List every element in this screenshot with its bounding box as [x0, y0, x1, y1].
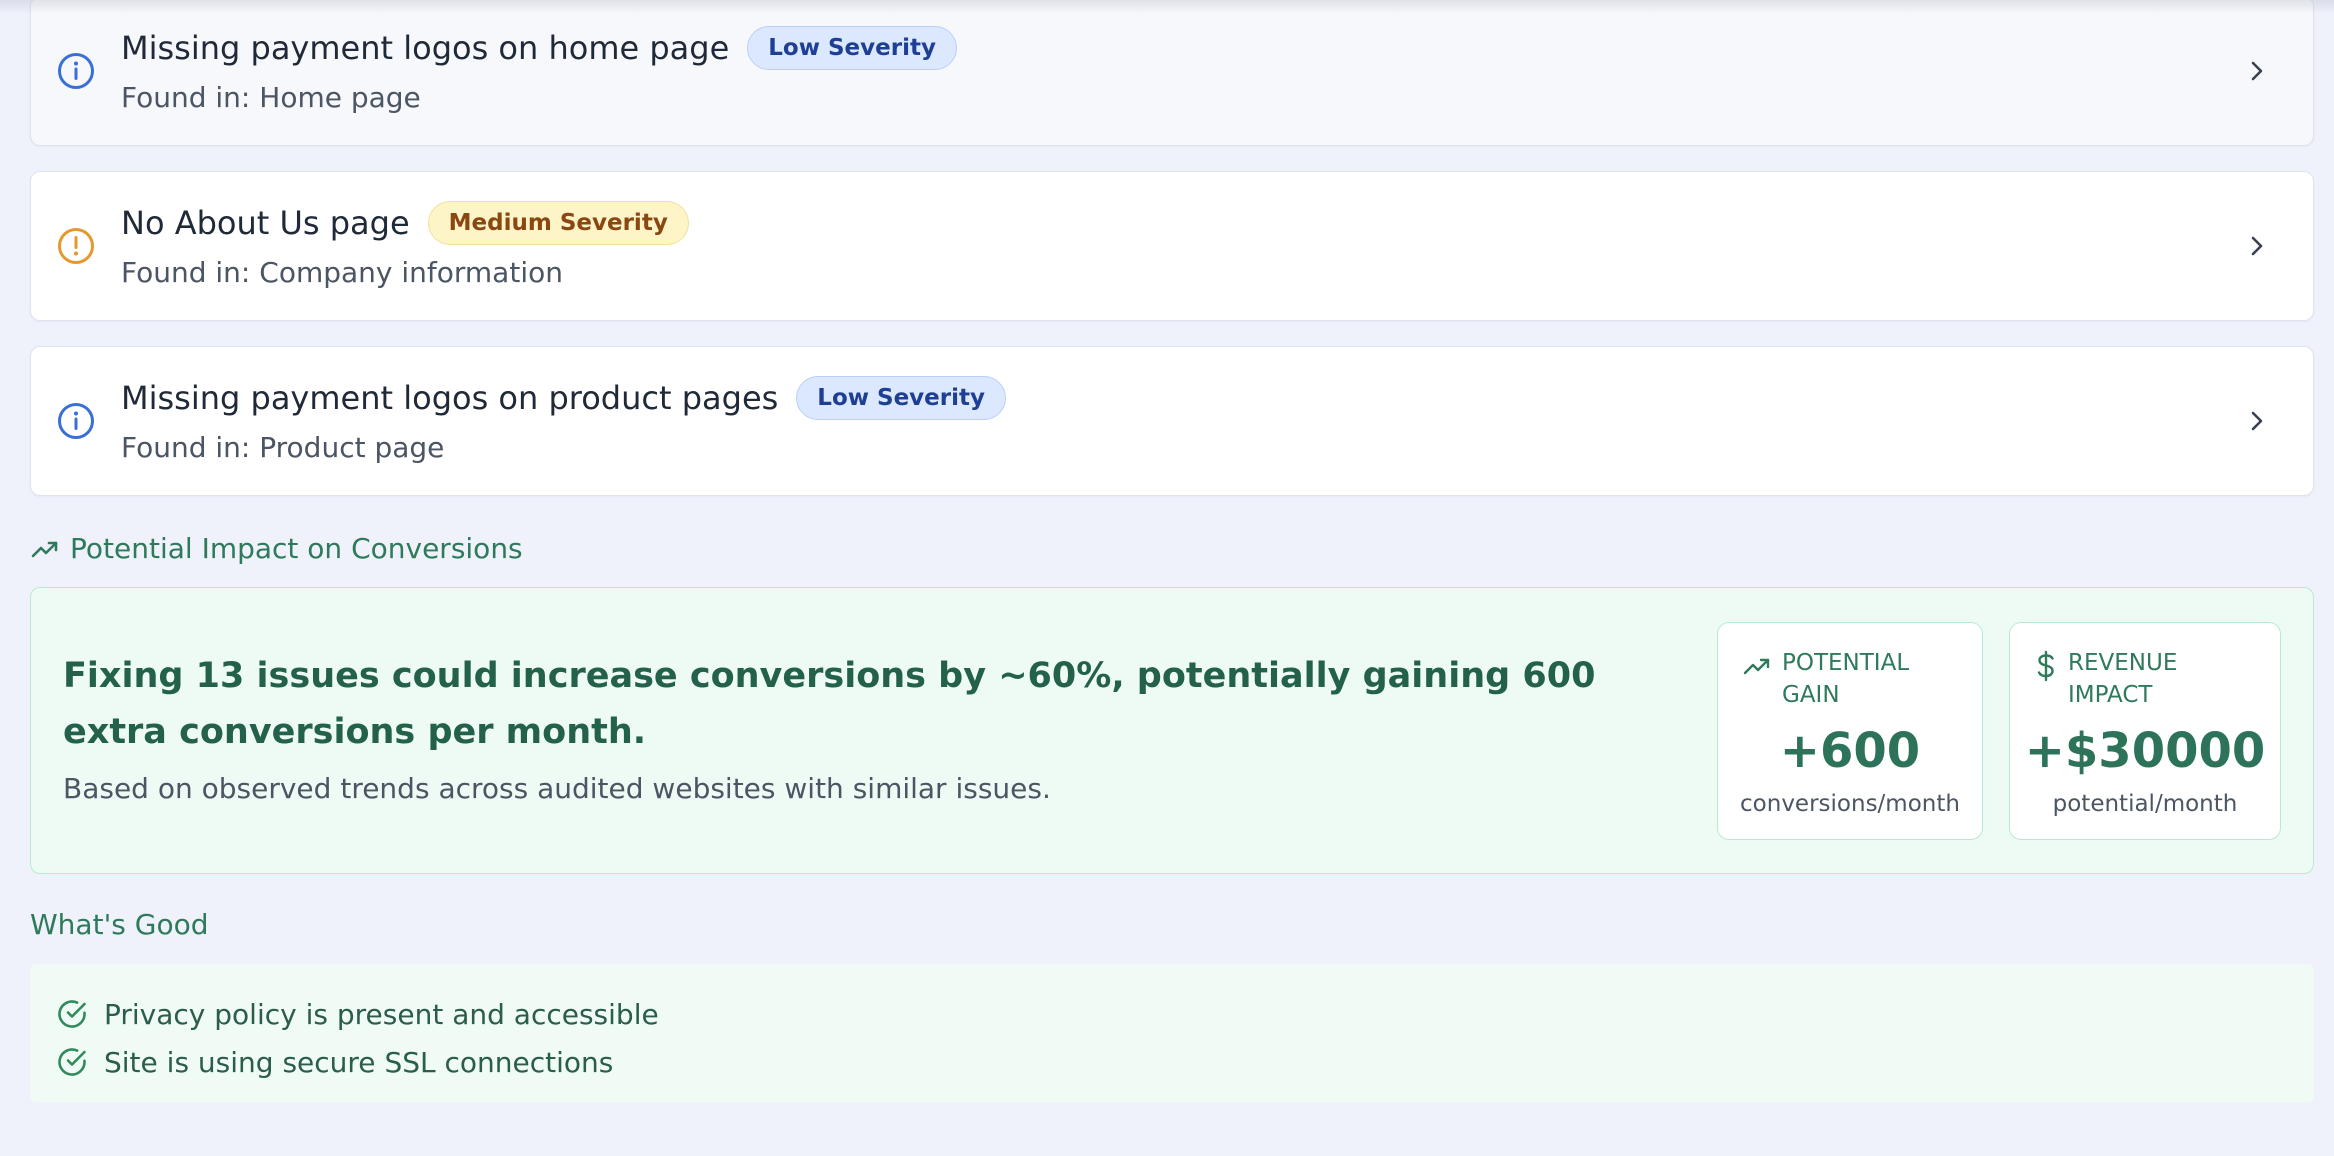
- issue-location: Found in: Company information: [121, 256, 563, 289]
- info-icon: [58, 53, 94, 89]
- issue-location: Found in: Home page: [121, 81, 421, 114]
- impact-heading-text: Potential Impact on Conversions: [70, 532, 523, 565]
- issue-card[interactable]: Missing payment logos on home page Low S…: [30, 0, 2314, 146]
- stat-label-row: REVENUE IMPACT: [2034, 647, 2238, 711]
- impact-card: Fixing 13 issues could increase conversi…: [30, 587, 2314, 874]
- issue-title: No About Us page: [121, 204, 410, 242]
- stat-value: +$30000: [2024, 723, 2266, 779]
- whats-good-list: Privacy policy is present and accessible…: [30, 964, 2314, 1102]
- issue-title: Missing payment logos on product pages: [121, 379, 779, 417]
- impact-note: Based on observed trends across audited …: [63, 772, 1051, 805]
- stat-label-row: POTENTIAL GAIN: [1742, 647, 1952, 711]
- issue-card[interactable]: Missing payment logos on product pages L…: [30, 346, 2314, 496]
- list-item-text: Privacy policy is present and accessible: [104, 997, 659, 1031]
- chevron-right-icon[interactable]: [2243, 57, 2271, 85]
- stat-value: +600: [1779, 723, 1921, 779]
- chevron-right-icon[interactable]: [2243, 407, 2271, 435]
- whats-good-heading: What's Good: [30, 908, 209, 941]
- issue-card[interactable]: No About Us page Medium Severity Found i…: [30, 171, 2314, 321]
- warning-icon: [58, 228, 94, 264]
- dollar-icon: [2037, 650, 2054, 682]
- scroll-shadow: [0, 0, 2334, 14]
- issue-title-row: Missing payment logos on home page Low S…: [121, 23, 957, 73]
- impact-headline: Fixing 13 issues could increase conversi…: [63, 656, 1596, 752]
- stat-unit: potential/month: [2052, 791, 2238, 817]
- trending-up-icon: [31, 541, 58, 557]
- trending-up-icon: [1743, 658, 1770, 675]
- issue-title: Missing payment logos on home page: [121, 29, 730, 67]
- severity-badge: Medium Severity: [427, 201, 689, 245]
- issue-body: No About Us page Medium Severity Found i…: [121, 198, 689, 289]
- check-circle-icon: [58, 1048, 86, 1076]
- issue-list: Missing payment logos on home page Low S…: [30, 0, 2314, 521]
- issue-body: Missing payment logos on home page Low S…: [121, 23, 957, 114]
- stat-label: POTENTIAL GAIN: [1782, 650, 1910, 708]
- stat-unit: conversions/month: [1740, 791, 1960, 817]
- stat-label: REVENUE IMPACT: [2068, 650, 2178, 708]
- severity-badge: Low Severity: [796, 376, 1006, 420]
- potential-gain-stat: POTENTIAL GAIN +600 conversions/month: [1717, 622, 1983, 840]
- impact-heading: Potential Impact on Conversions: [30, 532, 523, 565]
- info-icon: [58, 403, 94, 439]
- list-item: Site is using secure SSL connections: [56, 1038, 2314, 1086]
- check-circle-icon: [58, 1000, 86, 1028]
- audit-page: Missing payment logos on home page Low S…: [0, 0, 2334, 1156]
- revenue-impact-stat: REVENUE IMPACT +$30000 potential/month: [2009, 622, 2281, 840]
- issue-location: Found in: Product page: [121, 431, 445, 464]
- list-item-text: Site is using secure SSL connections: [104, 1045, 614, 1079]
- list-item: Privacy policy is present and accessible: [56, 990, 2314, 1038]
- issue-title-row: Missing payment logos on product pages L…: [121, 373, 1006, 423]
- issue-title-row: No About Us page Medium Severity: [121, 198, 689, 248]
- chevron-right-icon[interactable]: [2243, 232, 2271, 260]
- severity-badge: Low Severity: [747, 26, 957, 70]
- issue-body: Missing payment logos on product pages L…: [121, 373, 1006, 464]
